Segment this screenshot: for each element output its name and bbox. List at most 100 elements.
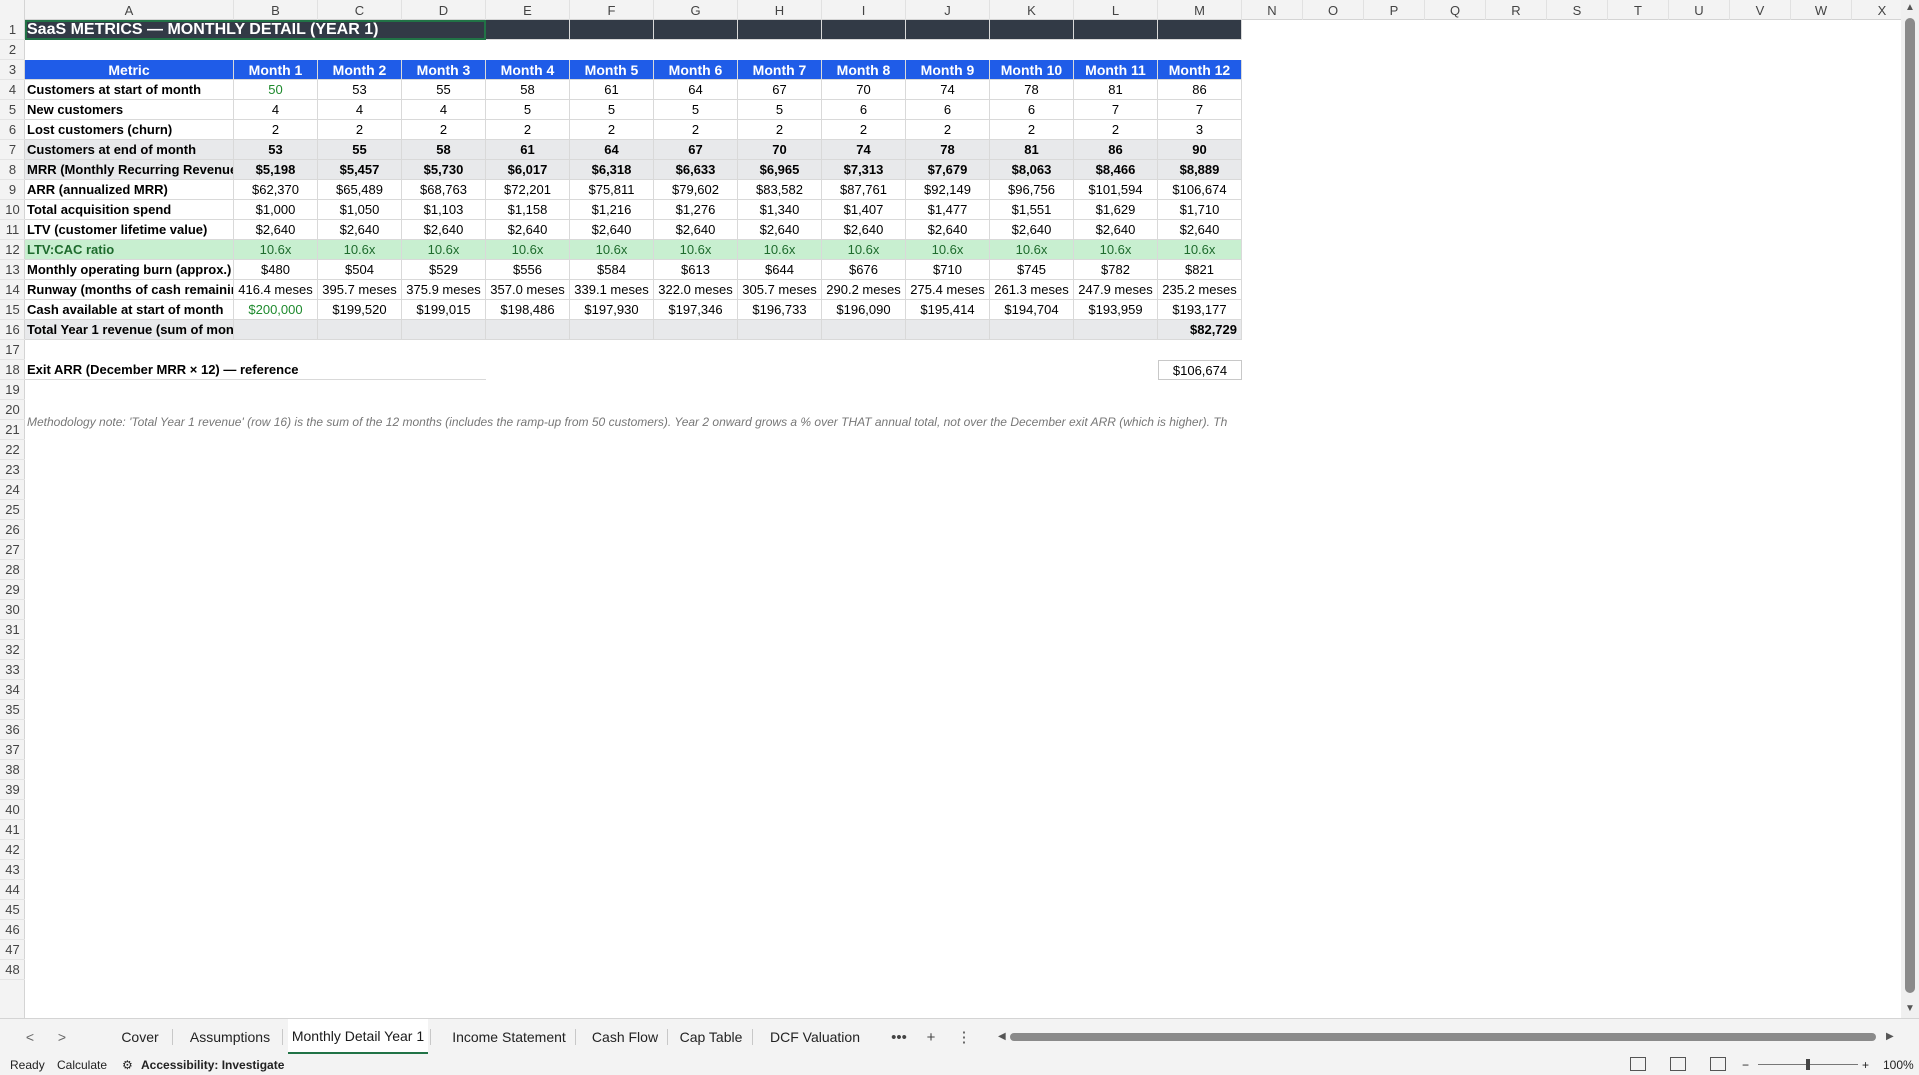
- sheet-tab[interactable]: DCF Valuation: [760, 1019, 870, 1055]
- title-fill-cell[interactable]: [1074, 20, 1158, 40]
- metric-label[interactable]: Customers at start of month: [25, 80, 234, 100]
- sheet-tab[interactable]: Assumptions: [180, 1019, 280, 1055]
- metric-value[interactable]: 50: [234, 80, 318, 100]
- metric-value[interactable]: $92,149: [906, 180, 990, 200]
- metric-value[interactable]: 10.6x: [654, 240, 738, 260]
- month-header[interactable]: Month 5: [570, 60, 654, 80]
- metric-value[interactable]: 2: [318, 120, 402, 140]
- metric-label[interactable]: LTV:CAC ratio: [25, 240, 234, 260]
- metric-value[interactable]: 10.6x: [738, 240, 822, 260]
- metric-value[interactable]: 10.6x: [234, 240, 318, 260]
- row-header[interactable]: 8: [0, 160, 25, 180]
- metric-value[interactable]: 235.2 meses: [1158, 280, 1242, 300]
- page-break-view-icon[interactable]: [1710, 1057, 1726, 1071]
- metric-value[interactable]: $504: [318, 260, 402, 280]
- metric-value[interactable]: $1,629: [1074, 200, 1158, 220]
- scroll-up-arrow-icon[interactable]: ▲: [1904, 2, 1916, 14]
- metric-value[interactable]: 10.6x: [570, 240, 654, 260]
- metric-value[interactable]: $2,640: [906, 220, 990, 240]
- column-header[interactable]: J: [906, 0, 990, 20]
- metric-value[interactable]: 10.6x: [318, 240, 402, 260]
- column-header[interactable]: O: [1303, 0, 1364, 20]
- column-header[interactable]: E: [486, 0, 570, 20]
- total-row-fill[interactable]: [654, 320, 738, 340]
- metric-value[interactable]: $1,276: [654, 200, 738, 220]
- row-header[interactable]: 24: [0, 480, 25, 500]
- sheet-tab[interactable]: Income Statement: [445, 1019, 573, 1055]
- row-header[interactable]: 27: [0, 540, 25, 560]
- row-header[interactable]: 39: [0, 780, 25, 800]
- metric-value[interactable]: $5,457: [318, 160, 402, 180]
- metric-value[interactable]: 10.6x: [822, 240, 906, 260]
- zoom-in-icon[interactable]: +: [1862, 1057, 1869, 1072]
- metric-value[interactable]: 7: [1158, 100, 1242, 120]
- metric-value[interactable]: 6: [990, 100, 1074, 120]
- metric-value[interactable]: $75,811: [570, 180, 654, 200]
- title-fill-cell[interactable]: [1158, 20, 1242, 40]
- metric-value[interactable]: $1,103: [402, 200, 486, 220]
- metric-value[interactable]: 6: [906, 100, 990, 120]
- metric-label[interactable]: Total acquisition spend: [25, 200, 234, 220]
- metric-label[interactable]: Cash available at start of month: [25, 300, 234, 320]
- month-header[interactable]: Month 3: [402, 60, 486, 80]
- metric-value[interactable]: 58: [486, 80, 570, 100]
- metric-value[interactable]: 67: [654, 140, 738, 160]
- column-header[interactable]: B: [234, 0, 318, 20]
- sheet-tab[interactable]: Cash Flow: [585, 1019, 665, 1055]
- metric-value[interactable]: $1,551: [990, 200, 1074, 220]
- metric-value[interactable]: 2: [738, 120, 822, 140]
- row-header[interactable]: 20: [0, 400, 25, 420]
- metric-value[interactable]: $480: [234, 260, 318, 280]
- title-fill-cell[interactable]: [906, 20, 990, 40]
- metric-value[interactable]: $96,756: [990, 180, 1074, 200]
- column-header[interactable]: V: [1730, 0, 1791, 20]
- total-row-fill[interactable]: [990, 320, 1074, 340]
- metric-value[interactable]: $6,965: [738, 160, 822, 180]
- metric-value[interactable]: 2: [654, 120, 738, 140]
- metric-value[interactable]: $2,640: [654, 220, 738, 240]
- metric-value[interactable]: 357.0 meses: [486, 280, 570, 300]
- metric-value[interactable]: 2: [1074, 120, 1158, 140]
- metric-value[interactable]: 10.6x: [990, 240, 1074, 260]
- metric-value[interactable]: $193,177: [1158, 300, 1242, 320]
- metric-value[interactable]: $1,216: [570, 200, 654, 220]
- add-sheet-button[interactable]: +: [921, 1027, 941, 1047]
- metric-value[interactable]: $198,486: [486, 300, 570, 320]
- month-header[interactable]: Month 7: [738, 60, 822, 80]
- metric-value[interactable]: 55: [402, 80, 486, 100]
- metric-value[interactable]: $2,640: [822, 220, 906, 240]
- metric-value[interactable]: 64: [570, 140, 654, 160]
- row-header[interactable]: 35: [0, 700, 25, 720]
- metric-value[interactable]: 90: [1158, 140, 1242, 160]
- metric-header[interactable]: Metric: [25, 60, 234, 80]
- metric-value[interactable]: 10.6x: [1074, 240, 1158, 260]
- metric-value[interactable]: 4: [318, 100, 402, 120]
- column-header[interactable]: K: [990, 0, 1074, 20]
- metric-value[interactable]: $106,674: [1158, 180, 1242, 200]
- total-revenue-value[interactable]: $82,729: [1158, 320, 1242, 340]
- metric-value[interactable]: 70: [822, 80, 906, 100]
- metric-value[interactable]: $782: [1074, 260, 1158, 280]
- row-header[interactable]: 18: [0, 360, 25, 380]
- zoom-slider-thumb[interactable]: [1806, 1059, 1810, 1070]
- metric-value[interactable]: 86: [1074, 140, 1158, 160]
- row-header[interactable]: 29: [0, 580, 25, 600]
- row-header[interactable]: 4: [0, 80, 25, 100]
- metric-value[interactable]: 2: [822, 120, 906, 140]
- sheet-tab[interactable]: Monthly Detail Year 1: [288, 1019, 428, 1055]
- month-header[interactable]: Month 4: [486, 60, 570, 80]
- metric-value[interactable]: $195,414: [906, 300, 990, 320]
- total-row-fill[interactable]: [906, 320, 990, 340]
- column-header[interactable]: U: [1669, 0, 1730, 20]
- row-header[interactable]: 17: [0, 340, 25, 360]
- metric-value[interactable]: 305.7 meses: [738, 280, 822, 300]
- month-header[interactable]: Month 11: [1074, 60, 1158, 80]
- row-header[interactable]: 43: [0, 860, 25, 880]
- metric-value[interactable]: $8,889: [1158, 160, 1242, 180]
- row-header[interactable]: 33: [0, 660, 25, 680]
- metric-value[interactable]: 10.6x: [906, 240, 990, 260]
- row-header[interactable]: 28: [0, 560, 25, 580]
- metric-value[interactable]: 5: [570, 100, 654, 120]
- title-fill-cell[interactable]: [822, 20, 906, 40]
- exit-arr-label[interactable]: Exit ARR (December MRR × 12) — reference: [25, 360, 486, 380]
